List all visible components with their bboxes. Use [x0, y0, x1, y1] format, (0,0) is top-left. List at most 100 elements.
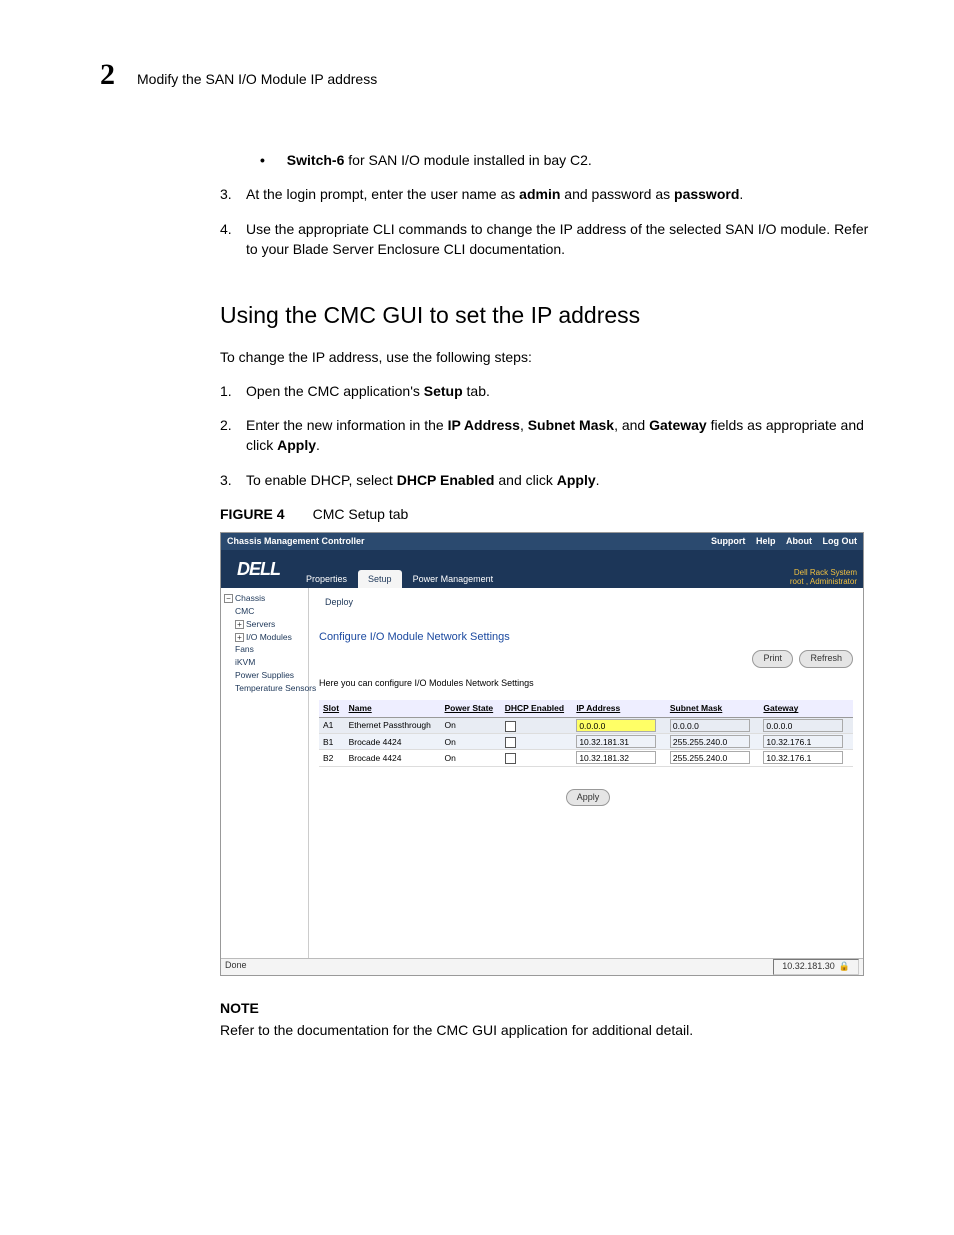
cmc-titlebar: DELL Properties Setup Power Management D… — [221, 550, 863, 588]
tree-expand-icon[interactable]: + — [235, 620, 244, 629]
tree-cmc[interactable]: CMC — [235, 605, 305, 618]
cell-mask: 0.0.0.0 — [666, 717, 760, 733]
refresh-button[interactable]: Refresh — [799, 650, 853, 667]
cell-power: On — [441, 717, 501, 733]
tree-collapse-icon[interactable]: − — [224, 594, 233, 603]
tree-chassis[interactable]: −Chassis — [224, 592, 305, 605]
tree-ikvm[interactable]: iKVM — [235, 656, 305, 669]
th-gw: Gateway — [759, 700, 853, 717]
th-name: Name — [345, 700, 441, 717]
tree-expand-icon[interactable]: + — [235, 633, 244, 642]
link-about[interactable]: About — [786, 536, 812, 546]
status-text: Done — [225, 959, 247, 974]
cell-gw: 10.32.176.1 — [759, 750, 853, 766]
gw-input[interactable]: 10.32.176.1 — [763, 751, 843, 764]
cmc-sidebar: −Chassis CMC +Servers +I/O Modules Fans … — [221, 588, 309, 958]
tab-power-management[interactable]: Power Management — [403, 570, 504, 588]
io-module-table: Slot Name Power State DHCP Enabled IP Ad… — [319, 700, 853, 766]
cmc-page-title: Configure I/O Module Network Settings — [319, 630, 853, 646]
cmc-main: Deploy Configure I/O Module Network Sett… — [309, 588, 863, 958]
mask-input[interactable]: 255.255.240.0 — [670, 735, 750, 748]
cell-gw: 10.32.176.1 — [759, 734, 853, 750]
cell-ip: 0.0.0.0 — [572, 717, 666, 733]
cmc-toplinks: Support Help About Log Out — [703, 535, 857, 548]
step-num: 2. — [220, 415, 246, 456]
cell-mask: 255.255.240.0 — [666, 734, 760, 750]
status-ip-box: 10.32.181.30 🔒 — [773, 959, 859, 974]
cmc-title: Chassis Management Controller — [227, 535, 365, 548]
step-num: 3. — [220, 470, 246, 490]
cell-slot: A1 — [319, 717, 345, 733]
link-support[interactable]: Support — [711, 536, 746, 546]
th-power: Power State — [441, 700, 501, 717]
tree-io-modules[interactable]: +I/O Modules — [235, 631, 305, 644]
tree-servers[interactable]: +Servers — [235, 618, 305, 631]
step-b-3: 3. To enable DHCP, select DHCP Enabled a… — [220, 470, 874, 490]
step-num: 4. — [220, 219, 246, 260]
tree-temperature[interactable]: Temperature Sensors — [235, 682, 305, 695]
step-a-3: 3. At the login prompt, enter the user n… — [220, 184, 874, 204]
link-logout[interactable]: Log Out — [823, 536, 858, 546]
cell-dhcp — [501, 717, 573, 733]
tab-properties[interactable]: Properties — [296, 570, 357, 588]
tab-setup[interactable]: Setup — [358, 570, 402, 588]
th-dhcp: DHCP Enabled — [501, 700, 573, 717]
th-slot: Slot — [319, 700, 345, 717]
cmc-desc: Here you can configure I/O Modules Netwo… — [319, 677, 853, 690]
dhcp-checkbox[interactable] — [505, 721, 516, 732]
cell-name: Brocade 4424 — [345, 734, 441, 750]
bullet-switch6: Switch-6 for SAN I/O module installed in… — [260, 150, 874, 170]
step-text: Open the CMC application's Setup tab. — [246, 381, 490, 401]
cell-name: Ethernet Passthrough — [345, 717, 441, 733]
step-b-1: 1. Open the CMC application's Setup tab. — [220, 381, 874, 401]
cmc-tabs: Properties Setup Power Management — [296, 560, 504, 588]
cell-dhcp — [501, 734, 573, 750]
cell-mask: 255.255.240.0 — [666, 750, 760, 766]
step-text: Use the appropriate CLI commands to chan… — [246, 219, 874, 260]
note-text: Refer to the documentation for the CMC G… — [220, 1020, 874, 1040]
step-num: 1. — [220, 381, 246, 401]
mask-input[interactable]: 255.255.240.0 — [670, 751, 750, 764]
ip-input[interactable]: 0.0.0.0 — [576, 719, 656, 732]
cell-slot: B2 — [319, 750, 345, 766]
section-heading: Using the CMC GUI to set the IP address — [220, 299, 874, 332]
cmc-topbar: Chassis Management Controller Support He… — [221, 533, 863, 550]
link-help[interactable]: Help — [756, 536, 776, 546]
ip-input[interactable]: 10.32.181.31 — [576, 735, 656, 748]
step-b-2: 2. Enter the new information in the IP A… — [220, 415, 874, 456]
status-bar: Done 10.32.181.30 🔒 — [221, 958, 863, 974]
print-button[interactable]: Print — [752, 650, 793, 667]
bullet-bold: Switch-6 — [287, 152, 345, 168]
step-num: 3. — [220, 184, 246, 204]
ip-input[interactable]: 10.32.181.32 — [576, 751, 656, 764]
dhcp-checkbox[interactable] — [505, 753, 516, 764]
th-ip: IP Address — [572, 700, 666, 717]
status-ip: 10.32.181.30 — [782, 960, 835, 973]
cmc-screenshot: Chassis Management Controller Support He… — [220, 532, 864, 975]
mask-input[interactable]: 0.0.0.0 — [670, 719, 750, 732]
table-row: A1 Ethernet Passthrough On 0.0.0.0 0.0.0… — [319, 717, 853, 733]
tree-power-supplies[interactable]: Power Supplies — [235, 669, 305, 682]
dhcp-checkbox[interactable] — [505, 737, 516, 748]
gw-input[interactable]: 10.32.176.1 — [763, 735, 843, 748]
note-heading: NOTE — [220, 998, 874, 1018]
step-text: Enter the new information in the IP Addr… — [246, 415, 874, 456]
subtab-deploy[interactable]: Deploy — [319, 594, 359, 611]
step-text: To enable DHCP, select DHCP Enabled and … — [246, 470, 600, 490]
table-row: B1 Brocade 4424 On 10.32.181.31 255.255.… — [319, 734, 853, 750]
gw-input[interactable]: 0.0.0.0 — [763, 719, 843, 732]
cell-gw: 0.0.0.0 — [759, 717, 853, 733]
cell-ip: 10.32.181.31 — [572, 734, 666, 750]
lock-icon: 🔒 — [839, 960, 850, 973]
bullet-text: for SAN I/O module installed in bay C2. — [344, 152, 591, 168]
tree-fans[interactable]: Fans — [235, 643, 305, 656]
cell-name: Brocade 4424 — [345, 750, 441, 766]
th-mask: Subnet Mask — [666, 700, 760, 717]
figure-label: FIGURE 4 — [220, 506, 285, 522]
cell-power: On — [441, 750, 501, 766]
userinfo-role: root , Administrator — [504, 578, 857, 587]
step-a-4: 4. Use the appropriate CLI commands to c… — [220, 219, 874, 260]
header-title: Modify the SAN I/O Module IP address — [137, 69, 377, 89]
step-text: At the login prompt, enter the user name… — [246, 184, 743, 204]
apply-button[interactable]: Apply — [566, 789, 611, 806]
